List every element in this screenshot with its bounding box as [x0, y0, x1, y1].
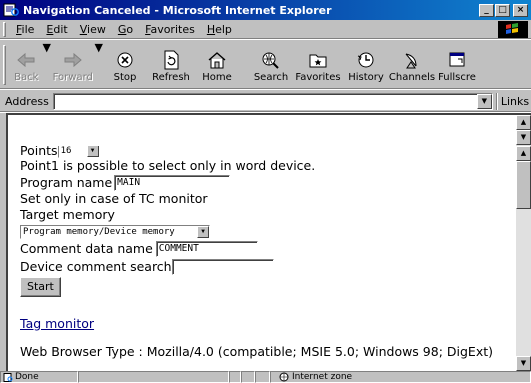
status-pane-3	[255, 371, 270, 383]
windows-logo-throbber	[498, 20, 528, 38]
home-button[interactable]: Home	[195, 41, 239, 88]
status-pane-2	[241, 371, 255, 383]
menu-edit[interactable]: Edit	[40, 23, 73, 36]
history-button[interactable]: History	[343, 41, 389, 88]
main-frame-scrollbar[interactable]: ▲ ▼	[516, 146, 531, 371]
tc-monitor-note: Set only in case of TC monitor	[20, 191, 208, 206]
address-dropdown-icon[interactable]: ▼	[476, 93, 492, 109]
stop-icon	[114, 50, 136, 70]
target-memory-label: Target memory	[20, 207, 115, 222]
minimize-button[interactable]: _	[479, 3, 494, 17]
channels-label: Channels	[388, 72, 436, 83]
start-button[interactable]: Start	[20, 277, 61, 297]
favorites-label: Favorites	[295, 72, 341, 83]
search-globe-icon	[260, 50, 282, 70]
tag-monitor-link[interactable]: Tag monitor	[20, 316, 94, 332]
main-frame: Points 16 ▼ Point1 is possible to select…	[6, 146, 531, 371]
forward-dropdown-icon[interactable]: ▼	[95, 41, 103, 88]
address-bar: Address ▼ Links	[0, 91, 531, 112]
menu-favorites[interactable]: Favorites	[139, 23, 201, 36]
home-label: Home	[202, 72, 232, 83]
status-zone: Internet zone	[292, 372, 353, 382]
channels-satellite-icon	[401, 50, 423, 70]
refresh-icon	[160, 50, 182, 70]
back-label: Back	[14, 72, 39, 83]
page-done-icon	[3, 372, 13, 382]
menubar-grip[interactable]	[3, 21, 6, 37]
window-title: Navigation Canceled - Microsoft Internet…	[23, 3, 332, 17]
fullscreen-label: Fullscre	[438, 72, 476, 83]
status-done: Done	[15, 372, 39, 382]
favorites-button[interactable]: Favorites	[293, 41, 343, 88]
history-icon	[355, 50, 377, 70]
forward-button[interactable]: Forward	[51, 41, 95, 88]
menu-view[interactable]: View	[74, 23, 112, 36]
points-dropdown-icon[interactable]: ▼	[86, 146, 99, 157]
menu-help[interactable]: Help	[201, 23, 238, 36]
address-input[interactable]: ▼	[52, 92, 493, 110]
scroll-up-icon[interactable]: ▲	[516, 115, 531, 130]
top-frame: ▲ ▼	[6, 113, 531, 146]
ie-page-icon	[3, 3, 19, 17]
favorites-folder-icon	[307, 50, 329, 70]
search-label: Search	[253, 72, 289, 83]
target-memory-value: Program memory/Device memory	[23, 226, 175, 237]
status-bar: Done Internet zone	[0, 371, 531, 383]
menu-bar: File Edit View Go Favorites Help	[0, 20, 531, 39]
browser-type-text: Web Browser Type : Mozilla/4.0 (compatib…	[20, 344, 493, 359]
status-zone-pane: Internet zone	[270, 371, 531, 383]
points-select[interactable]: 16 ▼	[57, 146, 100, 158]
forward-arrow-icon	[62, 50, 84, 70]
back-arrow-icon	[15, 50, 37, 70]
refresh-button[interactable]: Refresh	[147, 41, 195, 88]
status-text-pane: Done	[0, 371, 78, 383]
main-scroll-down-icon[interactable]: ▼	[516, 356, 531, 371]
address-separator	[495, 92, 498, 110]
main-scroll-thumb[interactable]	[516, 161, 531, 209]
comment-data-label: Comment data name	[20, 241, 153, 256]
history-label: History	[348, 72, 384, 83]
comment-data-input[interactable]: COMMENT	[155, 241, 258, 257]
address-label: Address	[5, 94, 49, 108]
scroll-down-icon[interactable]: ▼	[516, 130, 531, 145]
status-pane-blank	[78, 371, 229, 383]
word-device-note: Point1 is possible to select only in wor…	[20, 158, 316, 173]
top-frame-scrollbar[interactable]: ▲ ▼	[516, 115, 531, 146]
back-button[interactable]: Back	[10, 41, 43, 88]
channels-button[interactable]: Channels	[389, 41, 435, 88]
back-dropdown-icon[interactable]: ▼	[43, 41, 51, 88]
toolbar-grip[interactable]	[3, 45, 6, 85]
stop-button[interactable]: Stop	[103, 41, 147, 88]
fullscreen-button[interactable]: Fullscre	[435, 41, 479, 88]
links-button[interactable]: Links	[501, 95, 529, 108]
search-button[interactable]: Search	[249, 41, 293, 88]
stop-label: Stop	[113, 72, 137, 83]
menu-go[interactable]: Go	[112, 23, 139, 36]
title-bar: Navigation Canceled - Microsoft Internet…	[0, 0, 531, 20]
standard-toolbar: Back ▼ Forward ▼ Stop Refresh Home Searc…	[0, 41, 531, 89]
menu-file[interactable]: File	[10, 23, 40, 36]
program-name-input[interactable]: MAIN	[114, 174, 231, 191]
device-comment-search-label: Device comment search	[20, 259, 172, 274]
maximize-button[interactable]: □	[495, 3, 510, 17]
fullscreen-icon	[446, 50, 468, 70]
close-button[interactable]: ×	[513, 3, 528, 17]
internet-zone-globe-icon	[279, 372, 289, 382]
program-name-label: Program name	[20, 174, 113, 190]
target-memory-select[interactable]: Program memory/Device memory ▼	[20, 224, 210, 239]
home-icon	[206, 50, 228, 70]
target-memory-dropdown-icon[interactable]: ▼	[197, 225, 209, 238]
main-scroll-up-icon[interactable]: ▲	[516, 146, 531, 161]
forward-label: Forward	[52, 72, 93, 83]
device-comment-search-input[interactable]	[171, 259, 274, 275]
status-pane-progress	[229, 371, 241, 383]
refresh-label: Refresh	[152, 72, 190, 83]
